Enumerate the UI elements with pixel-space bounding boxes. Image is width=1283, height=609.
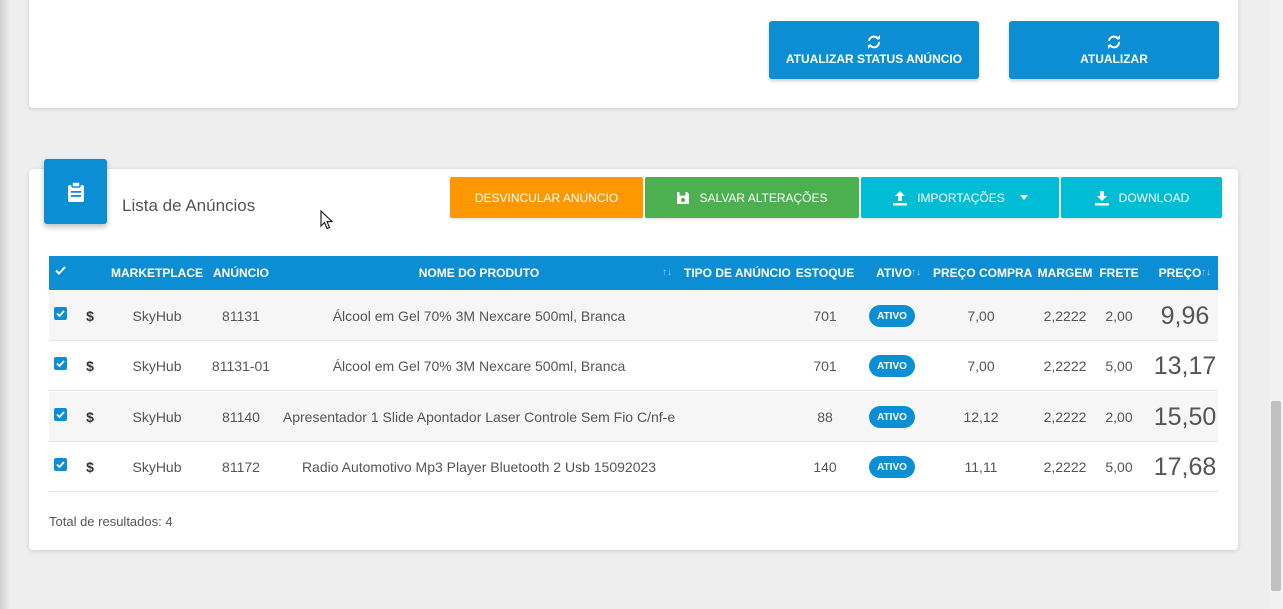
checkmark-icon <box>56 360 65 367</box>
floppy-disk-icon <box>677 191 690 204</box>
refresh-status-button[interactable]: ATUALIZAR STATUS ANÚNCIO <box>769 21 979 79</box>
page-left-shadow <box>0 0 10 609</box>
cell-preco-compra: 7,00 <box>967 358 995 374</box>
cell-frete: 2,00 <box>1105 308 1133 324</box>
checkmark-icon <box>56 411 65 418</box>
cell-estoque: 701 <box>813 308 837 324</box>
cell-anuncio: 81172 <box>222 459 260 475</box>
checkmark-icon <box>56 461 65 468</box>
refresh-button[interactable]: ATUALIZAR <box>1009 21 1219 79</box>
cell-estoque: 140 <box>813 459 837 475</box>
select-all-checkbox[interactable] <box>55 265 66 276</box>
cell-preco[interactable]: 17,68 <box>1141 442 1229 492</box>
table-row[interactable]: $ SkyHub 81131-01 Álcool em Gel 70% 3M Nexc… <box>49 341 1218 391</box>
download-label: DOWNLOAD <box>1118 190 1190 205</box>
caret-down-icon <box>1019 195 1028 200</box>
clipboard-icon <box>67 181 84 202</box>
unlink-ad-label: DESVINCULAR ANÚNCIO <box>474 190 619 205</box>
refresh-label: ATUALIZAR <box>1080 51 1148 66</box>
refresh-icon <box>1108 34 1120 49</box>
checkmark-icon <box>55 266 66 275</box>
cell-nome-produto: Álcool em Gel 70% 3M Nexcare 500ml, Bran… <box>332 358 626 374</box>
col-preco[interactable]: PREÇO <box>1157 256 1203 290</box>
cell-tipo-anuncio <box>684 392 789 442</box>
table-row[interactable]: $ SkyHub 81140 Apresentador 1 Slide Apontad… <box>49 392 1218 442</box>
cell-estoque: 701 <box>813 358 837 374</box>
cell-preco[interactable]: 15,50 <box>1141 392 1229 442</box>
cell-margem: 2,2222 <box>1043 459 1087 475</box>
cell-anuncio: 81131 <box>222 308 260 324</box>
dollar-icon[interactable]: $ <box>83 341 97 391</box>
list-header-badge <box>44 159 107 224</box>
cell-anuncio: 81140 <box>222 409 260 425</box>
cell-preco-compra: 11,11 <box>964 459 998 475</box>
cell-estoque: 88 <box>817 409 833 425</box>
cell-frete: 5,00 <box>1105 459 1133 475</box>
save-changes-label: SALVAR ALTERAÇÕES <box>699 190 828 205</box>
table-header: MARKETPLACE ANÚNCIO NOME DO PRODUTO ↑↓ T… <box>49 256 1218 290</box>
table-row[interactable]: $ SkyHub 81172 Radio Automotivo Mp3 Player … <box>49 442 1218 492</box>
cell-marketplace: SkyHub <box>132 358 182 374</box>
col-estoque[interactable]: ESTOQUE <box>795 256 855 290</box>
save-changes-button[interactable]: SALVAR ALTERAÇÕES <box>645 177 859 218</box>
cell-margem: 2,2222 <box>1043 409 1087 425</box>
cell-preco[interactable]: 9,96 <box>1141 291 1229 341</box>
row-checkbox[interactable] <box>54 357 67 370</box>
cell-marketplace: SkyHub <box>132 409 182 425</box>
checkmark-icon <box>56 310 65 317</box>
cell-tipo-anuncio <box>684 291 789 341</box>
cell-preco-compra: 12,12 <box>963 409 999 425</box>
cell-preco[interactable]: 13,17 <box>1141 341 1229 391</box>
total-results: Total de resultados: 4 <box>49 514 173 529</box>
list-title: Lista de Anúncios <box>122 196 256 215</box>
download-icon <box>1094 190 1109 205</box>
cell-anuncio: 81131-01 <box>211 358 271 374</box>
col-tipo-anuncio[interactable]: TIPO DE ANÚNCIO <box>684 256 791 290</box>
scrollbar-thumb[interactable] <box>1271 401 1281 591</box>
row-checkbox[interactable] <box>54 307 67 320</box>
cell-nome-produto: Álcool em Gel 70% 3M Nexcare 500ml, Bran… <box>332 308 626 324</box>
status-badge[interactable]: ATIVO <box>869 406 915 428</box>
dollar-icon[interactable]: $ <box>83 392 97 442</box>
refresh-status-label: ATUALIZAR STATUS ANÚNCIO <box>785 51 963 66</box>
cell-frete: 5,00 <box>1105 358 1133 374</box>
cell-marketplace: SkyHub <box>132 459 182 475</box>
col-anuncio[interactable]: ANÚNCIO <box>211 256 271 290</box>
cell-frete: 2,00 <box>1105 409 1133 425</box>
refresh-icon <box>868 34 880 49</box>
cell-margem: 2,2222 <box>1043 358 1087 374</box>
col-frete[interactable]: FRETE <box>1099 256 1139 290</box>
cell-nome-produto: Radio Automotivo Mp3 Player Bluetooth 2 … <box>301 459 657 475</box>
status-badge[interactable]: ATIVO <box>869 355 915 377</box>
imports-label: IMPORTAÇÕES <box>917 190 1005 205</box>
download-button[interactable]: DOWNLOAD <box>1061 177 1222 218</box>
status-badge[interactable]: ATIVO <box>869 456 915 478</box>
cell-tipo-anuncio <box>684 442 789 492</box>
sort-icon[interactable]: ↑↓ <box>911 256 921 290</box>
sort-icon[interactable]: ↑↓ <box>1201 256 1211 290</box>
mouse-cursor-icon <box>320 210 334 230</box>
dollar-icon[interactable]: $ <box>83 442 97 492</box>
imports-dropdown-button[interactable]: IMPORTAÇÕES <box>861 177 1059 218</box>
col-nome-produto[interactable]: NOME DO PRODUTO <box>289 256 669 290</box>
dollar-icon[interactable]: $ <box>83 291 97 341</box>
col-marketplace[interactable]: MARKETPLACE <box>111 256 203 290</box>
cell-preco-compra: 7,00 <box>967 308 995 324</box>
upload-icon <box>893 190 908 205</box>
page-scrollbar[interactable] <box>1269 0 1283 609</box>
row-checkbox[interactable] <box>54 458 67 471</box>
sort-icon[interactable]: ↑↓ <box>662 256 672 290</box>
cell-margem: 2,2222 <box>1043 308 1087 324</box>
cell-marketplace: SkyHub <box>132 308 182 324</box>
unlink-ad-button[interactable]: DESVINCULAR ANÚNCIO <box>450 177 643 218</box>
status-badge[interactable]: ATIVO <box>869 305 915 327</box>
col-preco-compra[interactable]: PREÇO COMPRA <box>933 256 1032 290</box>
cell-tipo-anuncio <box>684 341 789 391</box>
cell-nome-produto: Apresentador 1 Slide Apontador Laser Con… <box>282 409 676 425</box>
col-margem[interactable]: MARGEM <box>1036 256 1094 290</box>
table-row[interactable]: $ SkyHub 81131 Álcool em Gel 70% 3M Nexcare… <box>49 291 1218 341</box>
row-checkbox[interactable] <box>54 408 67 421</box>
